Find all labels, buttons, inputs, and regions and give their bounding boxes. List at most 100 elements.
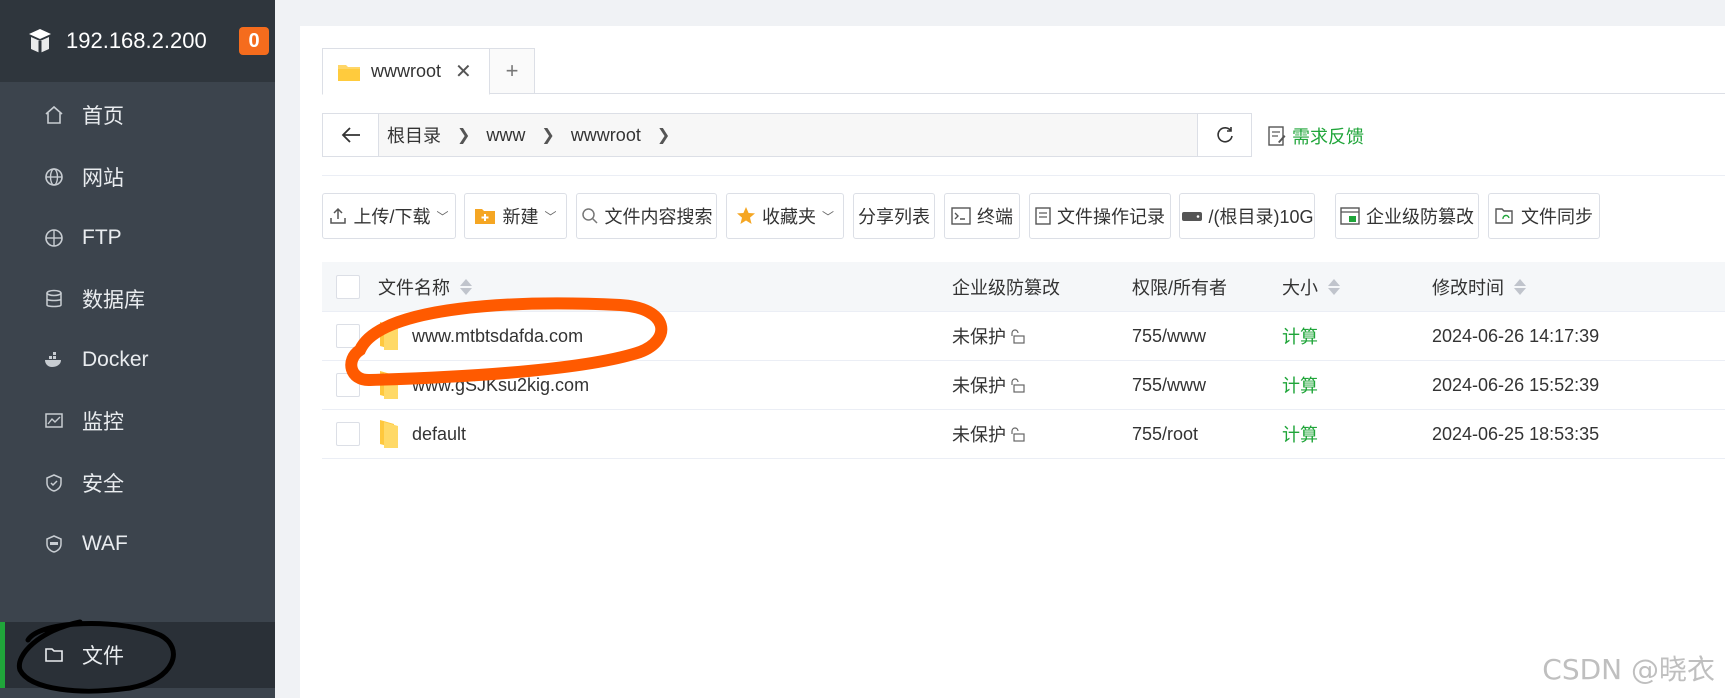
- new-folder-icon: [474, 207, 496, 225]
- chevron-down-icon: ﹀: [436, 209, 449, 224]
- notification-badge[interactable]: 0: [239, 27, 269, 55]
- sidebar-item-label: 首页: [82, 105, 124, 128]
- sidebar-item-label: Docker: [82, 348, 149, 371]
- file-name[interactable]: www.gSJKsu2kig.com: [412, 375, 589, 396]
- breadcrumb-item[interactable]: www: [486, 125, 525, 146]
- new-label: 新建: [502, 207, 539, 227]
- back-button[interactable]: [323, 114, 379, 156]
- star-icon: [736, 206, 756, 226]
- file-name[interactable]: www.mtbtsdafda.com: [412, 326, 583, 347]
- perm-cell[interactable]: 755/www: [1132, 375, 1282, 396]
- protect-status: 未保护: [952, 327, 1006, 347]
- table-row[interactable]: default 未保护 755/root 计算 2024-06-25 18:53…: [322, 410, 1725, 459]
- add-tab-button[interactable]: +: [490, 48, 535, 94]
- file-name[interactable]: default: [412, 424, 466, 445]
- col-size-label: 大小: [1282, 277, 1318, 298]
- upload-download-button[interactable]: 上传/下载 ﹀: [322, 193, 456, 239]
- database-icon: [44, 289, 64, 309]
- file-name-cell[interactable]: www.mtbtsdafda.com: [360, 320, 952, 352]
- sidebar-item-home[interactable]: 首页: [0, 82, 275, 148]
- sidebar-item-label: 数据库: [82, 289, 145, 312]
- sidebar-item-security[interactable]: 安全: [0, 450, 275, 516]
- row-checkbox[interactable]: [336, 422, 360, 446]
- sidebar-item-label: 文件: [82, 645, 124, 668]
- size-calc-link[interactable]: 计算: [1282, 421, 1432, 447]
- monitor-icon: [44, 411, 64, 431]
- close-icon[interactable]: ✕: [455, 59, 472, 84]
- file-name-cell[interactable]: default: [360, 418, 952, 450]
- breadcrumb[interactable]: 根目录 ❯ www ❯ wwwroot ❯: [379, 114, 1197, 156]
- col-name[interactable]: 文件名称: [360, 274, 952, 300]
- chevron-down-icon: ﹀: [821, 209, 834, 224]
- folder-icon: [380, 322, 398, 350]
- table-row[interactable]: www.mtbtsdafda.com 未保护 755/www 计算 2024-0…: [322, 312, 1725, 361]
- table-row[interactable]: www.gSJKsu2kig.com 未保护 755/www 计算 2024-0…: [322, 361, 1725, 410]
- protect-cell[interactable]: 未保护: [952, 421, 1132, 447]
- select-all-checkbox[interactable]: [336, 274, 360, 299]
- mtime-cell: 2024-06-25 18:53:35: [1432, 423, 1600, 444]
- operation-log-button[interactable]: 文件操作记录: [1029, 193, 1171, 239]
- col-protect: 企业级防篡改: [952, 274, 1132, 300]
- new-button[interactable]: 新建 ﹀: [464, 193, 567, 239]
- tamper-protection-button[interactable]: 企业级防篡改: [1335, 193, 1479, 239]
- protect-cell[interactable]: 未保护: [952, 323, 1132, 349]
- tamper-icon: [1340, 207, 1360, 225]
- size-calc-link[interactable]: 计算: [1282, 372, 1432, 398]
- col-protect-label: 企业级防篡改: [952, 277, 1060, 298]
- folder-icon: [380, 420, 398, 448]
- sidebar-item-files[interactable]: 文件: [0, 622, 275, 688]
- server-host: 192.168.2.200: [66, 28, 207, 53]
- perm-cell[interactable]: 755/root: [1132, 424, 1282, 445]
- watermark: CSDN @晓衣: [1542, 653, 1715, 686]
- docker-icon: [44, 350, 64, 370]
- protect-status: 未保护: [952, 425, 1006, 445]
- sidebar-item-database[interactable]: 数据库: [0, 266, 275, 332]
- sidebar-item-label: 安全: [82, 473, 124, 496]
- sort-icon[interactable]: [1514, 278, 1526, 295]
- sidebar-item-label: FTP: [82, 226, 122, 249]
- breadcrumb-item[interactable]: 根目录: [387, 122, 441, 148]
- refresh-button[interactable]: [1197, 114, 1251, 156]
- sidebar-item-label: 监控: [82, 411, 124, 434]
- chevron-down-icon: ﹀: [544, 209, 557, 224]
- search-icon: [581, 207, 599, 225]
- breadcrumb-item[interactable]: wwwroot: [571, 125, 641, 146]
- terminal-icon: [951, 207, 971, 225]
- terminal-button[interactable]: 终端: [944, 193, 1020, 239]
- upload-label: 上传/下载: [353, 207, 431, 227]
- feedback-link[interactable]: 需求反馈: [1268, 123, 1364, 149]
- folder-icon: [380, 371, 398, 399]
- sidebar-item-label: WAF: [82, 532, 128, 555]
- favorites-button[interactable]: 收藏夹 ﹀: [726, 193, 844, 239]
- sync-icon: [1495, 207, 1515, 225]
- tab-label: wwwroot: [371, 61, 442, 81]
- sidebar-item-ftp[interactable]: FTP: [0, 205, 275, 271]
- sidebar-item-waf[interactable]: WAF: [0, 511, 275, 577]
- sort-icon[interactable]: [1328, 278, 1340, 295]
- share-list-button[interactable]: 分享列表: [853, 193, 935, 239]
- col-mtime[interactable]: 修改时间: [1432, 274, 1682, 300]
- disk-button[interactable]: /(根目录)10G: [1179, 193, 1315, 239]
- sidebar-item-website[interactable]: 网站: [0, 144, 275, 210]
- chevron-right-icon: ❯: [457, 127, 471, 144]
- disk-icon: [1181, 209, 1203, 223]
- share-list-label: 分享列表: [858, 207, 930, 227]
- sort-icon[interactable]: [460, 278, 472, 295]
- waf-icon: [44, 534, 64, 554]
- col-size[interactable]: 大小: [1282, 274, 1432, 300]
- perm-cell[interactable]: 755/www: [1132, 326, 1282, 347]
- unlock-icon: [1011, 329, 1025, 344]
- tab-wwwroot[interactable]: wwwroot ✕: [322, 48, 490, 95]
- content-search-button[interactable]: 文件内容搜索: [576, 193, 717, 239]
- sidebar-item-monitor[interactable]: 监控: [0, 388, 275, 454]
- file-name-cell[interactable]: www.gSJKsu2kig.com: [360, 369, 952, 401]
- file-sync-button[interactable]: 文件同步: [1488, 193, 1600, 239]
- folder-icon: [44, 645, 64, 665]
- col-perm: 权限/所有者: [1132, 277, 1228, 298]
- sidebar-item-docker[interactable]: Docker: [0, 327, 275, 393]
- row-checkbox[interactable]: [336, 373, 360, 397]
- size-calc-link[interactable]: 计算: [1282, 323, 1432, 349]
- protect-cell[interactable]: 未保护: [952, 372, 1132, 398]
- operation-log-label: 文件操作记录: [1057, 207, 1165, 227]
- row-checkbox[interactable]: [336, 324, 360, 348]
